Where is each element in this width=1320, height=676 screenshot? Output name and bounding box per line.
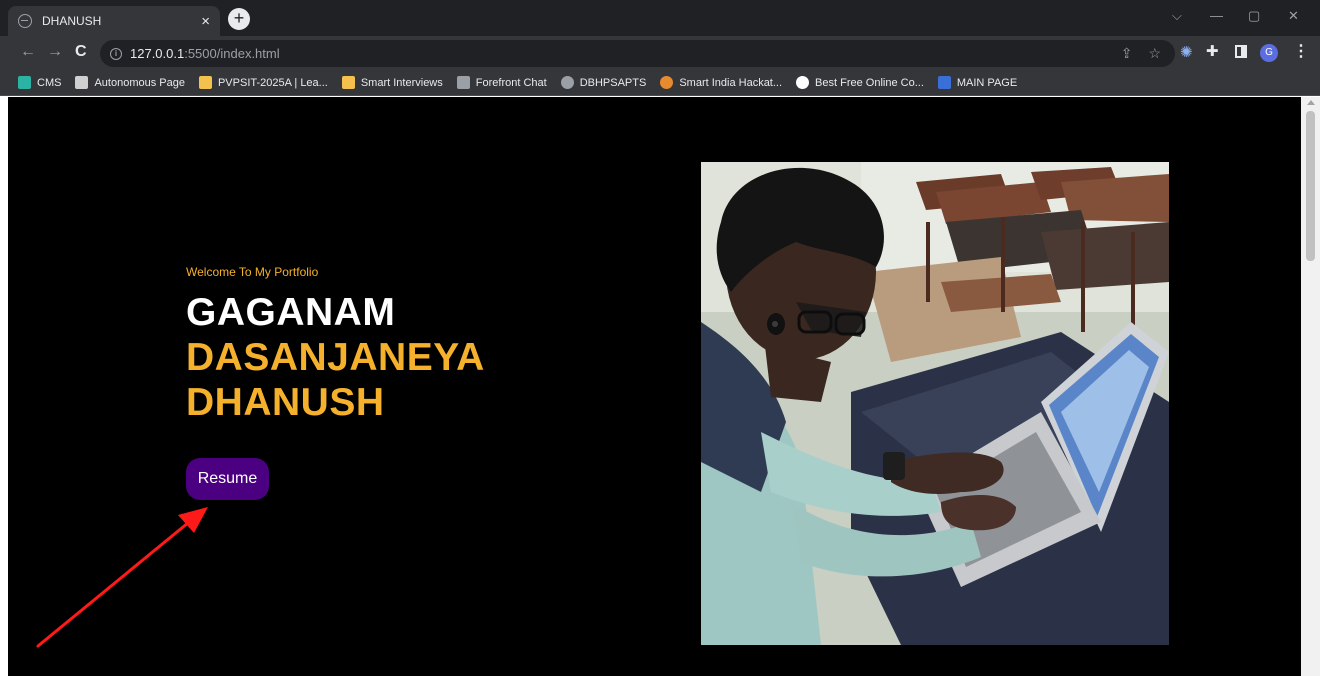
bookmark-label: DBHPSAPTS [579,76,647,89]
forward-button[interactable]: → [47,43,63,61]
new-tab-button[interactable]: + [228,8,250,30]
back-button[interactable]: ← [20,43,36,61]
forefront-icon [456,76,470,89]
browser-toolbar: ← → C i 127.0.0.1:5500/index.html ⇪ ☆ ✺ … [0,36,1320,70]
tab-strip: DHANUSH × + ⌵ — ▢ ✕ [0,0,1320,36]
side-panel-icon[interactable] [1235,45,1247,58]
url-host: 127.0.0.1 [130,46,185,61]
bookmark-item[interactable]: Smart Interviews [341,76,443,89]
bookmark-label: Best Free Online Co... [815,76,924,89]
close-window-button[interactable]: ✕ [1288,8,1299,24]
bookmark-item[interactable]: PVPSIT-2025A | Lea... [198,76,328,89]
name-first: GAGANAM [186,291,396,334]
scrollbar-thumb[interactable] [1306,111,1315,261]
bookmark-item[interactable]: Forefront Chat [456,76,547,89]
page-viewport: Welcome To My Portfolio GAGANAM DASANJAN… [8,97,1301,676]
profile-photo [701,162,1169,645]
globe-icon [18,14,32,28]
profile-avatar[interactable]: G [1260,44,1278,62]
share-icon[interactable]: ⇪ [1121,45,1133,62]
bookmark-label: Forefront Chat [475,76,547,89]
bookmark-label: Smart India Hackat... [679,76,783,89]
bookmark-item[interactable]: DBHPSAPTS [560,76,647,89]
name-last: DHANUSH [186,381,385,424]
name-middle: DASANJANEYA [186,336,485,379]
calendar-icon [937,76,951,89]
cms-bird-icon [18,76,31,89]
bulb-icon [660,76,674,89]
image-icon [198,76,212,89]
welcome-text: Welcome To My Portfolio [186,265,319,279]
globe-icon [560,76,574,89]
minimize-button[interactable]: — [1210,8,1223,23]
bookmark-star-icon[interactable]: ☆ [1148,45,1161,62]
site-info-icon[interactable]: i [110,47,122,60]
svit-logo-icon [75,76,89,89]
bookmark-item[interactable]: Smart India Hackat... [660,76,782,89]
bookmarks-bar: CMS Autonomous Page PVPSIT-2025A | Lea... S… [0,70,1320,96]
bookmark-label: Autonomous Page [94,76,185,89]
extensions-puzzle-icon[interactable]: ✚ [1206,42,1219,60]
google-icon [796,76,810,89]
bookmark-label: Smart Interviews [360,76,443,89]
tab-close-icon[interactable]: × [201,14,210,29]
page-scrollbar[interactable] [1301,97,1320,676]
reload-button[interactable]: C [75,43,87,61]
hero-name: GAGANAM DASANJANEYA DHANUSH [186,290,485,425]
scroll-up-icon[interactable] [1307,100,1315,105]
image-icon [341,76,355,89]
bookmark-item[interactable]: MAIN PAGE [937,76,1018,89]
tab-title: DHANUSH [42,14,102,28]
bookmark-label: CMS [37,76,62,89]
restore-button[interactable]: ▢ [1248,8,1260,24]
bookmark-label: PVPSIT-2025A | Lea... [217,76,328,89]
resume-button[interactable]: Resume [186,458,269,500]
url-path: :5500/index.html [184,46,280,61]
address-bar[interactable]: i 127.0.0.1:5500/index.html ⇪ ☆ [100,40,1175,67]
browser-menu-icon[interactable]: ⋮ [1293,41,1309,61]
bookmark-item[interactable]: CMS [18,76,61,89]
extension-spark-icon[interactable]: ✺ [1180,43,1193,61]
bookmark-item[interactable]: Autonomous Page [75,76,185,89]
tab-search-icon[interactable]: ⌵ [1172,8,1182,24]
browser-tab[interactable]: DHANUSH × [8,6,220,36]
bookmark-label: MAIN PAGE [956,76,1018,89]
bookmark-item[interactable]: Best Free Online Co... [796,76,924,89]
